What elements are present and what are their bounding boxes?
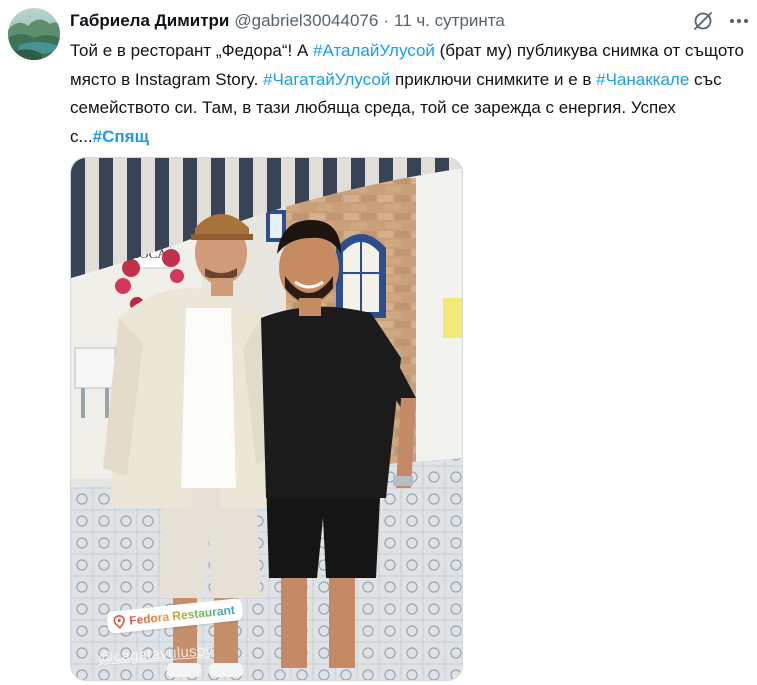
separator-dot: · xyxy=(383,11,389,30)
hashtag-link[interactable]: #Спящ xyxy=(93,127,149,146)
tweet-header: Габриела Димитри @gabriel30044076 · 11 ч… xyxy=(70,9,505,33)
photo-image: LOCA xyxy=(71,158,462,680)
tweet[interactable]: Габриела Димитри @gabriel30044076 · 11 ч… xyxy=(0,0,757,685)
grok-icon[interactable] xyxy=(690,8,716,34)
hashtag-link[interactable]: #АталайУлусой xyxy=(313,41,435,60)
location-pin-icon xyxy=(113,615,125,629)
tweet-text-part: Той е в ресторант „Федора“! А xyxy=(70,41,314,60)
tweet-timestamp[interactable]: 11 ч. сутринта xyxy=(394,11,505,31)
avatar-image xyxy=(8,8,60,60)
author-handle[interactable]: @gabriel30044076 xyxy=(234,11,378,31)
tweet-text: Той е в ресторант „Федора“! А #АталайУлу… xyxy=(70,37,750,151)
author-display-name[interactable]: Габриела Димитри xyxy=(70,11,229,31)
avatar[interactable] xyxy=(8,8,60,60)
tweet-photo[interactable]: LOCA xyxy=(70,157,463,681)
tweet-text-part: приключи снимките и е в xyxy=(390,69,597,89)
hashtag-link[interactable]: #Чанаккале xyxy=(596,70,689,89)
more-icon[interactable] xyxy=(726,8,752,34)
header-actions xyxy=(690,8,752,34)
hashtag-link[interactable]: #ЧагатайУлусой xyxy=(263,70,390,89)
